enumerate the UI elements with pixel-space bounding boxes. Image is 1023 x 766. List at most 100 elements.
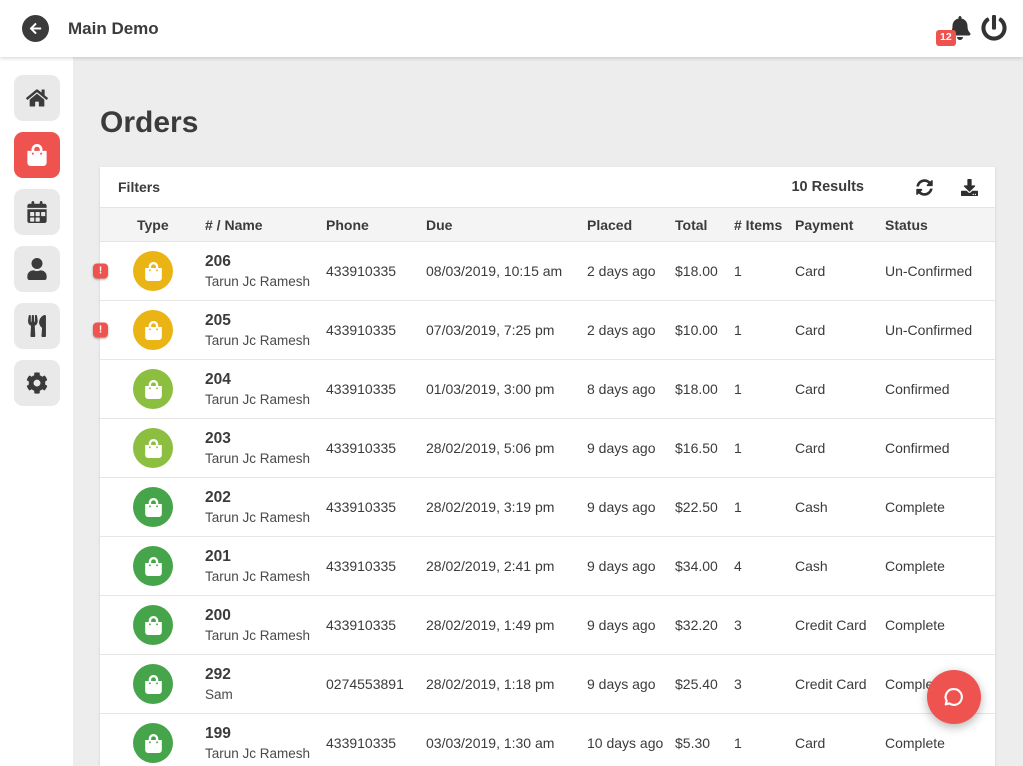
column-header-placed: Placed [587, 217, 675, 233]
refresh-button[interactable] [916, 179, 933, 196]
order-payment: Card [795, 263, 885, 279]
order-items-count: 1 [734, 735, 795, 751]
orders-table-body: ! 206 Tarun Jc Ramesh 433910335 08/03/20… [100, 242, 995, 766]
order-placed: 2 days ago [587, 263, 675, 279]
order-placed: 10 days ago [587, 735, 675, 751]
order-phone: 433910335 [326, 617, 426, 633]
sidebar [0, 57, 73, 766]
order-due: 28/02/2019, 2:41 pm [426, 558, 587, 574]
order-type-cell [137, 664, 205, 704]
order-name-cell: 202 Tarun Jc Ramesh [205, 489, 326, 525]
order-total: $25.40 [675, 676, 734, 692]
order-type-icon [133, 487, 173, 527]
order-customer-name: Tarun Jc Ramesh [205, 451, 326, 466]
order-status: Confirmed [885, 381, 995, 397]
order-customer-name: Tarun Jc Ramesh [205, 333, 326, 348]
download-icon [961, 179, 978, 196]
orders-table-card: Filters 10 Results Type # / Name Phone D… [100, 167, 995, 766]
shopping-bag-icon [144, 557, 163, 576]
order-row[interactable]: ! 200 Tarun Jc Ramesh 433910335 28/02/20… [100, 596, 995, 655]
order-row[interactable]: ! 206 Tarun Jc Ramesh 433910335 08/03/20… [100, 242, 995, 301]
column-header-payment: Payment [795, 217, 885, 233]
order-placed: 9 days ago [587, 617, 675, 633]
order-row[interactable]: ! 204 Tarun Jc Ramesh 433910335 01/03/20… [100, 360, 995, 419]
order-status: Complete [885, 735, 995, 751]
order-type-icon [133, 428, 173, 468]
order-number: 202 [205, 489, 326, 507]
order-payment: Card [795, 735, 885, 751]
order-status: Complete [885, 499, 995, 515]
column-header-items: # Items [734, 217, 795, 233]
order-phone: 433910335 [326, 322, 426, 338]
order-items-count: 1 [734, 440, 795, 456]
calendar-icon [26, 201, 48, 223]
order-status: Un-Confirmed [885, 322, 995, 338]
sidebar-item-menu[interactable] [14, 303, 60, 349]
order-name-cell: 201 Tarun Jc Ramesh [205, 548, 326, 584]
order-items-count: 4 [734, 558, 795, 574]
order-items-count: 3 [734, 617, 795, 633]
order-customer-name: Tarun Jc Ramesh [205, 569, 326, 584]
utensils-icon [26, 315, 48, 337]
order-type-cell [137, 369, 205, 409]
order-row[interactable]: ! 203 Tarun Jc Ramesh 433910335 28/02/20… [100, 419, 995, 478]
sidebar-item-customers[interactable] [14, 246, 60, 292]
order-placed: 9 days ago [587, 440, 675, 456]
home-icon [26, 87, 48, 109]
column-header-due: Due [426, 217, 587, 233]
shopping-bag-icon [144, 498, 163, 517]
order-customer-name: Tarun Jc Ramesh [205, 628, 326, 643]
order-type-icon [133, 723, 173, 763]
back-button[interactable] [22, 15, 49, 42]
order-name-cell: 203 Tarun Jc Ramesh [205, 430, 326, 466]
order-row[interactable]: ! 205 Tarun Jc Ramesh 433910335 07/03/20… [100, 301, 995, 360]
order-number: 292 [205, 666, 326, 684]
order-due: 28/02/2019, 3:19 pm [426, 499, 587, 515]
order-payment: Credit Card [795, 676, 885, 692]
order-total: $16.50 [675, 440, 734, 456]
order-customer-name: Tarun Jc Ramesh [205, 392, 326, 407]
column-header-type: Type [137, 217, 205, 233]
order-total: $10.00 [675, 322, 734, 338]
order-due: 01/03/2019, 3:00 pm [426, 381, 587, 397]
order-due: 03/03/2019, 1:30 am [426, 735, 587, 751]
order-phone: 433910335 [326, 558, 426, 574]
order-type-cell [137, 251, 205, 291]
order-total: $18.00 [675, 381, 734, 397]
order-name-cell: 205 Tarun Jc Ramesh [205, 312, 326, 348]
chat-bubble-icon [941, 684, 967, 710]
order-customer-name: Tarun Jc Ramesh [205, 510, 326, 525]
app-header: Main Demo 12 [0, 0, 1023, 57]
order-due: 28/02/2019, 5:06 pm [426, 440, 587, 456]
order-type-cell [137, 605, 205, 645]
sidebar-item-orders[interactable] [14, 132, 60, 178]
order-type-icon [133, 546, 173, 586]
order-total: $18.00 [675, 263, 734, 279]
order-placed: 9 days ago [587, 676, 675, 692]
order-phone: 433910335 [326, 263, 426, 279]
order-number: 203 [205, 430, 326, 448]
order-phone: 0274553891 [326, 676, 426, 692]
logout-button[interactable] [981, 15, 1007, 41]
order-number: 206 [205, 253, 326, 271]
order-row[interactable]: ! 201 Tarun Jc Ramesh 433910335 28/02/20… [100, 537, 995, 596]
filters-toggle[interactable]: Filters [118, 179, 160, 195]
order-row[interactable]: ! 292 Sam 0274553891 28/02/2019, 1:18 pm… [100, 655, 995, 714]
notifications-button[interactable]: 12 [944, 13, 972, 43]
order-type-cell [137, 546, 205, 586]
order-placed: 8 days ago [587, 381, 675, 397]
order-total: $22.50 [675, 499, 734, 515]
order-row[interactable]: ! 199 Tarun Jc Ramesh 433910335 03/03/20… [100, 714, 995, 766]
order-number: 205 [205, 312, 326, 330]
order-row[interactable]: ! 202 Tarun Jc Ramesh 433910335 28/02/20… [100, 478, 995, 537]
column-header-name: # / Name [205, 217, 326, 233]
download-button[interactable] [961, 179, 978, 196]
order-number: 204 [205, 371, 326, 389]
order-due: 28/02/2019, 1:18 pm [426, 676, 587, 692]
sidebar-item-bookings[interactable] [14, 189, 60, 235]
help-chat-button[interactable] [927, 670, 981, 724]
sidebar-item-home[interactable] [14, 75, 60, 121]
order-status: Un-Confirmed [885, 263, 995, 279]
sidebar-item-settings[interactable] [14, 360, 60, 406]
order-items-count: 1 [734, 499, 795, 515]
